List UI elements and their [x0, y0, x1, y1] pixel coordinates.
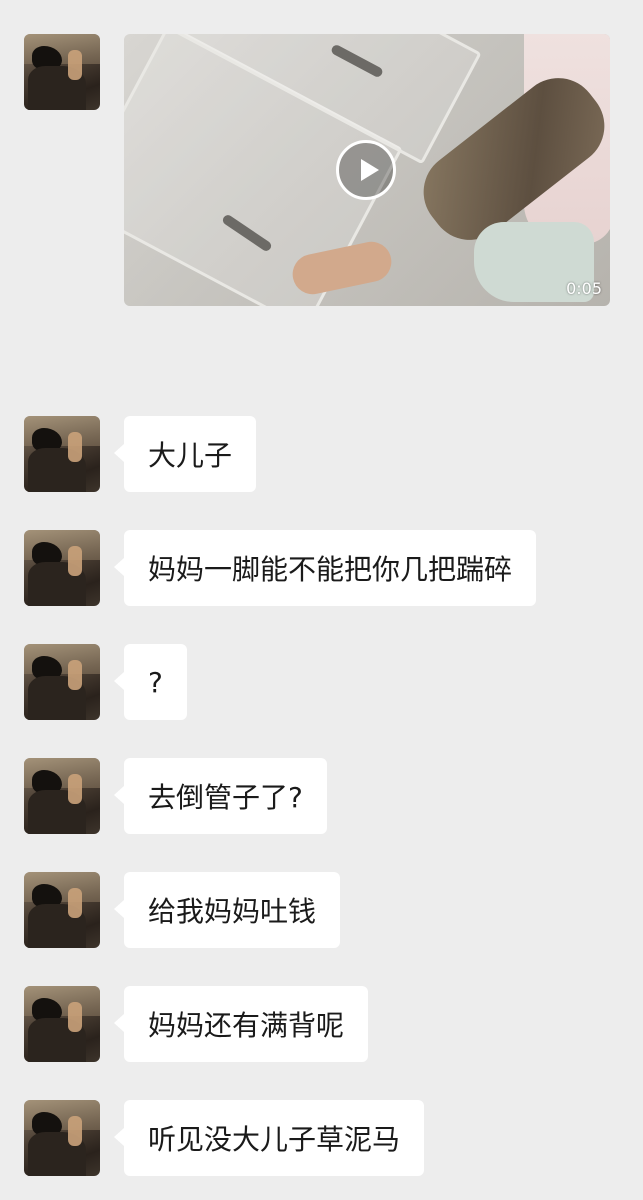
avatar[interactable] [24, 644, 100, 720]
avatar[interactable] [24, 34, 100, 110]
avatar[interactable] [24, 986, 100, 1062]
message-bubble[interactable]: 去倒管子了? [114, 758, 327, 834]
message-bubble[interactable]: 听见没大儿子草泥马 [113, 1100, 425, 1176]
avatar[interactable] [24, 1100, 100, 1176]
video-duration: 0:05 [566, 279, 602, 298]
video-message[interactable]: 0:05 [124, 34, 610, 306]
avatar[interactable] [24, 758, 100, 834]
avatar[interactable] [24, 872, 100, 948]
message-bubble[interactable]: ? [114, 644, 187, 720]
avatar[interactable] [24, 416, 100, 492]
message-bubble[interactable]: 妈妈还有满背呢 [113, 986, 369, 1062]
message-bubble[interactable]: 大儿子 [113, 416, 257, 492]
message-bubble[interactable]: 给我妈妈吐钱 [113, 872, 341, 948]
avatar[interactable] [24, 530, 100, 606]
message-bubble[interactable]: 妈妈一脚能不能把你几把踹碎 [113, 530, 537, 606]
play-icon[interactable] [336, 140, 396, 200]
